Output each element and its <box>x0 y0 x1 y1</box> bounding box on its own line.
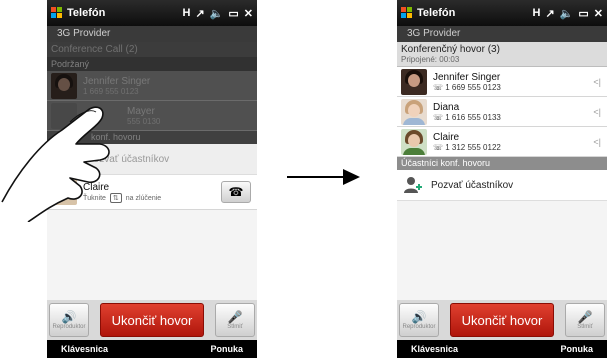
conference-status: Pripojené: 00:03 <box>401 55 460 64</box>
phone-screen-after: Telefón H ↗ 🔈 ▭ ✕ 3G Provider Konferenčn… <box>397 0 607 358</box>
caller-number: ☏ 1 312 555 0122 <box>433 142 501 152</box>
battery-icon: ▭ <box>578 7 589 20</box>
app-title: Telefón <box>67 7 106 19</box>
invite-participants-button[interactable]: Pozvať účastníkov <box>397 170 607 201</box>
merge-hint-after: na zlúčenie <box>125 194 162 202</box>
signal-icon: ↗ <box>195 7 205 20</box>
mute-label: Stlmiť <box>227 324 243 330</box>
softkey-keypad[interactable]: Klávesnica <box>411 344 458 354</box>
signal-icon: ↗ <box>545 7 555 20</box>
speaker-button[interactable]: 🔊 Reproduktor <box>399 303 439 337</box>
speaker-label: Reproduktor <box>52 324 86 330</box>
status-bar: Telefón H ↗ 🔈 ▭ ✕ <box>47 0 257 26</box>
softkey-menu[interactable]: Ponuka <box>210 344 243 354</box>
battery-icon: ▭ <box>228 7 239 20</box>
hsdpa-icon: H <box>182 6 191 19</box>
end-call-button[interactable]: Ukončiť hovor <box>100 303 204 337</box>
softkey-bar: Klávesnica Ponuka <box>47 340 257 358</box>
mute-button[interactable]: 🎤 Stlmiť <box>215 303 255 337</box>
speaker-icon: 🔊 <box>411 310 427 324</box>
avatar <box>401 98 427 125</box>
tapping-hand-icon <box>1 106 110 222</box>
caller-row[interactable]: Diana ☏ 1 616 555 0133 <| <box>397 97 607 127</box>
caller-row[interactable]: Claire ☏ 1 312 555 0122 <| <box>397 127 607 157</box>
transition-arrow-icon <box>287 169 360 185</box>
avatar <box>401 128 427 155</box>
chevron-left-icon: <| <box>593 136 601 147</box>
caller-name: Claire <box>433 131 460 143</box>
add-person-icon <box>403 175 423 195</box>
mute-label: Stlmiť <box>577 324 593 330</box>
invite-participants-label: Pozvať účastníkov <box>431 179 514 191</box>
mute-icon: 🎤 <box>577 310 593 324</box>
caller-row[interactable]: Jennifer Singer ☏ 1 669 555 0123 <| <box>397 67 607 97</box>
softkey-menu[interactable]: Ponuka <box>560 344 593 354</box>
caller-number: ☏ 1 616 555 0133 <box>433 112 501 122</box>
chevron-left-icon: <| <box>243 80 251 91</box>
conference-header: Konferenčný hovor (3) Pripojené: 00:03 <box>397 42 607 67</box>
windows-start-icon[interactable] <box>51 7 63 19</box>
conference-title: Conference Call (2) <box>51 44 138 55</box>
speaker-button[interactable]: 🔊 Reproduktor <box>49 303 89 337</box>
avatar <box>401 68 427 95</box>
mute-icon: 🎤 <box>227 310 243 324</box>
caller-name: Diana <box>433 101 460 113</box>
speaker-icon: 🔊 <box>61 310 77 324</box>
volume-icon[interactable]: 🔈 <box>560 7 574 20</box>
softkey-bar: Klávesnica Ponuka <box>397 340 607 358</box>
provider-label: 3G Provider <box>397 26 607 42</box>
call-controls: 🔊 Reproduktor Ukončiť hovor 🎤 Stlmiť <box>397 300 607 340</box>
volume-icon[interactable]: 🔈 <box>210 7 224 20</box>
section-header: Účastníci konf. hovoru <box>397 157 607 170</box>
conference-status: Podržaný <box>47 58 257 71</box>
conference-title: Konferenčný hovor (3) <box>401 44 500 55</box>
caller-number: 555 0130 <box>127 116 161 126</box>
caller-number: ☏ 1 669 555 0123 <box>433 82 501 92</box>
chevron-left-icon: <| <box>593 106 601 117</box>
merge-icon: ☎ <box>228 185 244 199</box>
hsdpa-icon: H <box>532 6 541 19</box>
mute-button[interactable]: 🎤 Stlmiť <box>565 303 605 337</box>
windows-start-icon[interactable] <box>401 7 413 19</box>
app-title: Telefón <box>417 7 456 19</box>
end-call-button[interactable]: Ukončiť hovor <box>450 303 554 337</box>
close-icon[interactable]: ✕ <box>594 7 603 20</box>
status-bar: Telefón H ↗ 🔈 ▭ ✕ <box>397 0 607 26</box>
call-controls: 🔊 Reproduktor Ukončiť hovor 🎤 Stlmiť <box>47 300 257 340</box>
chevron-left-icon: <| <box>593 76 601 87</box>
provider-label: 3G Provider <box>47 26 257 42</box>
close-icon[interactable]: ✕ <box>244 7 253 20</box>
merge-call-button[interactable]: ☎ <box>221 181 251 203</box>
speaker-label: Reproduktor <box>402 324 436 330</box>
caller-name: Jennifer Singer <box>433 71 501 83</box>
caller-name: Mayer <box>127 105 155 117</box>
softkey-keypad[interactable]: Klávesnica <box>61 344 108 354</box>
